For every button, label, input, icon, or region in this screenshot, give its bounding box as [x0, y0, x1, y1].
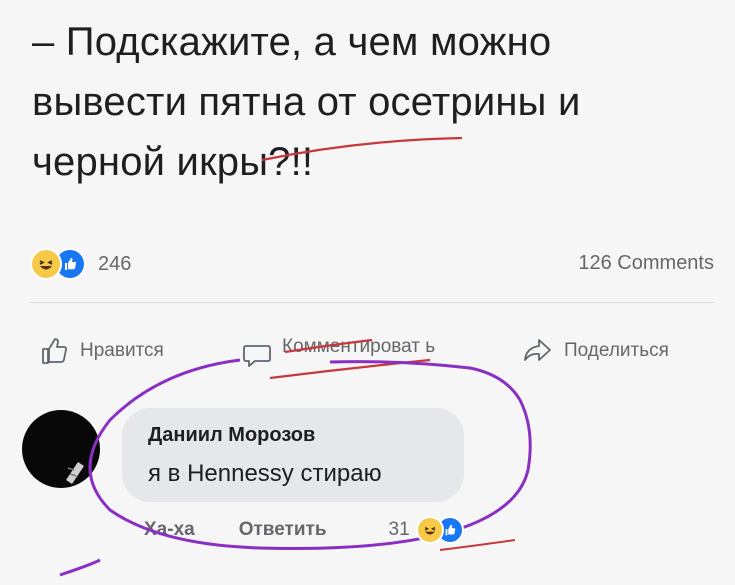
comment-button[interactable]: Комментироват ь	[242, 324, 472, 370]
stats-divider	[30, 302, 714, 303]
comment: Даниил Морозов я в Hennessy стираю Ха-ха…	[22, 398, 722, 558]
post-actions: Нравится Комментироват ь Поделиться	[30, 322, 714, 372]
commenter-avatar[interactable]	[22, 410, 100, 488]
reaction-summary[interactable]: 246	[30, 248, 131, 280]
post-stats: 246 126 Comments	[30, 248, 714, 284]
post-line-1: – Подскажите, а чем можно	[32, 20, 552, 64]
post-line-3: черной икры?!!	[32, 140, 314, 184]
reply-button[interactable]: Ответить	[239, 519, 327, 541]
reactions-count: 246	[98, 252, 132, 275]
comment-bubble: Даниил Морозов я в Hennessy стираю	[122, 408, 464, 502]
share-arrow-icon	[524, 339, 551, 361]
comment-reactions-count: 31	[388, 519, 410, 540]
comments-count[interactable]: 126 Comments	[578, 252, 714, 275]
comment-laughing-emoji-icon	[415, 516, 444, 544]
share-button[interactable]: Поделиться	[522, 336, 669, 366]
like-label: Нравится	[80, 340, 164, 361]
comment-label: Комментироват ь	[282, 336, 436, 357]
comment-author[interactable]: Даниил Морозов	[148, 424, 315, 447]
haha-reaction-button[interactable]: Ха-ха	[144, 519, 195, 541]
share-label: Поделиться	[564, 340, 669, 361]
purple-tail	[59, 558, 101, 577]
post-text: – Подскажите, а чем можно вывести пятна …	[32, 12, 712, 192]
comment-icon	[243, 345, 271, 367]
like-button[interactable]: Нравится	[40, 336, 164, 366]
thumb-up-icon	[42, 338, 67, 364]
comment-meta: Ха-ха Ответить 31	[144, 516, 464, 544]
post-line-2: вывести пятна от осетрины и	[32, 80, 581, 124]
laughing-emoji-icon	[30, 248, 62, 280]
avatar-image-icon	[66, 462, 84, 484]
comment-text: я в Hennessy стираю	[148, 460, 382, 487]
